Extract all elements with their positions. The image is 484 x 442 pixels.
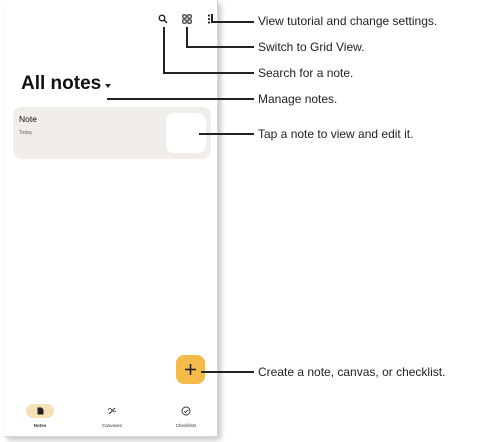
notes-icon [26,404,54,418]
plus-icon [185,364,196,375]
canvas-icon [98,404,126,418]
page-title: All notes [21,73,102,94]
chevron-down-icon [105,83,112,88]
nav-notes[interactable]: Notes [15,404,65,434]
callout-line-grid-v [186,27,188,47]
callout-manage: Manage notes. [258,92,338,106]
checklist-icon [172,404,200,418]
phone-screen: All notes Note Today Notes Canvases Chec… [4,0,218,437]
callout-settings: View tutorial and change settings. [258,14,438,28]
callout-line-tap-note [199,133,254,135]
search-icon[interactable] [156,12,170,26]
create-button[interactable] [176,355,205,384]
callout-create: Create a note, canvas, or checklist. [258,365,446,379]
note-date: Today [19,130,33,136]
nav-notes-label: Notes [33,423,47,428]
callout-line-search-v [163,27,165,73]
callout-line-manage [107,98,254,100]
callout-search: Search for a note. [258,66,354,80]
callout-line-grid [186,46,254,48]
nav-canvases[interactable]: Canvases [87,404,137,434]
nav-checklists[interactable]: Checklists [161,404,211,434]
callout-grid: Switch to Grid View. [258,40,365,54]
callout-tap-note: Tap a note to view and edit it. [258,127,414,141]
callout-line-create [201,371,254,373]
nav-checklists-label: Checklists [175,423,197,428]
nav-canvases-label: Canvases [101,423,122,428]
grid-view-icon[interactable] [180,12,194,26]
note-title: Note [19,114,37,124]
callout-line-settings [211,21,254,23]
callout-line-search [163,72,254,74]
more-vert-icon[interactable] [202,12,216,26]
note-card[interactable]: Note Today [13,107,211,159]
all-notes-dropdown[interactable]: All notes [21,73,112,95]
